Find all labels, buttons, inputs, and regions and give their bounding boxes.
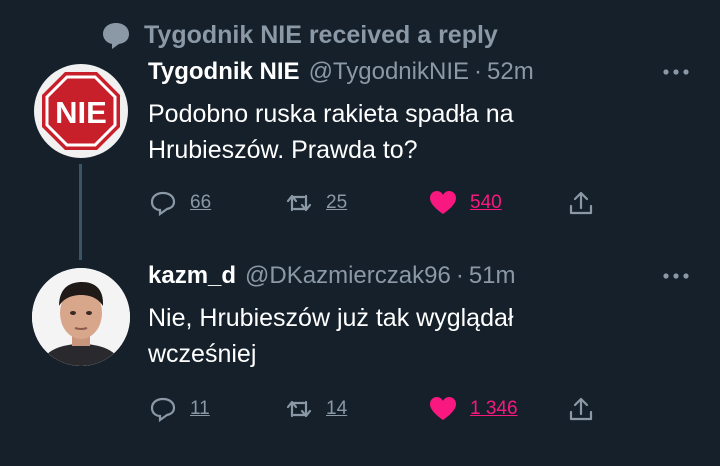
display-name[interactable]: kazm_d [148,262,236,290]
like-count: 1 346 [470,398,518,419]
retweet-icon [286,194,312,212]
separator-dot: · [455,262,464,289]
thread-line [79,164,82,260]
avatar-kazm-d[interactable] [32,268,130,366]
reply-icon [150,397,176,423]
share-icon [569,191,593,215]
tweet-header: kazm_d @DKazmierczak96 · 51m [148,262,693,298]
share-icon [569,397,593,421]
notification-text: Tygodnik NIE received a reply [144,20,498,49]
more-options-icon[interactable] [659,62,693,82]
retweet-button[interactable]: 14 [284,392,347,426]
heart-icon [430,191,456,214]
display-name[interactable]: Tygodnik NIE [148,58,300,86]
tweet-original[interactable]: Tygodnik NIE @TygodnikNIE · 52m Podobno … [148,58,693,168]
reply-icon [150,191,176,217]
like-button[interactable]: 1 346 [428,392,518,426]
tweet-text: Podobno ruska rakieta spadła na Hrubiesz… [148,100,514,164]
reply-button[interactable]: 66 [148,186,211,220]
notification-row[interactable]: Tygodnik NIE received a reply [100,18,498,52]
tweet-header: Tygodnik NIE @TygodnikNIE · 52m [148,58,693,94]
like-button[interactable]: 540 [428,186,502,220]
profile-photo [32,268,130,366]
user-handle[interactable]: @DKazmierczak96 [245,262,451,290]
share-button[interactable] [566,186,596,220]
stop-sign-logo: NIE [42,72,120,150]
avatar-tygodnik-nie[interactable]: NIE [34,64,128,158]
reply-button[interactable]: 11 [148,392,210,426]
speech-bubble-icon [103,23,129,49]
tweet-actions: 11 14 1 346 [148,392,608,426]
timestamp[interactable]: 52m [487,58,534,86]
more-options-icon[interactable] [659,266,693,286]
retweet-icon [286,400,312,418]
heart-icon [430,397,456,420]
retweet-count: 25 [326,192,348,213]
separator-dot: · [474,58,482,85]
user-handle[interactable]: @TygodnikNIE [309,58,469,86]
retweet-count: 14 [326,398,348,419]
tweet-actions: 66 25 540 [148,186,608,220]
tweet-text: Nie, Hrubieszów już tak wyglądał wcześni… [148,304,514,368]
retweet-button[interactable]: 25 [284,186,347,220]
timestamp[interactable]: 51m [469,262,516,290]
share-button[interactable] [566,392,596,426]
avatar-logo-text: NIE [55,95,107,130]
reply-count: 11 [190,398,210,419]
reply-count: 66 [190,192,212,213]
like-count: 540 [470,192,502,213]
tweet-reply[interactable]: kazm_d @DKazmierczak96 · 51m Nie, Hrubie… [148,262,693,372]
